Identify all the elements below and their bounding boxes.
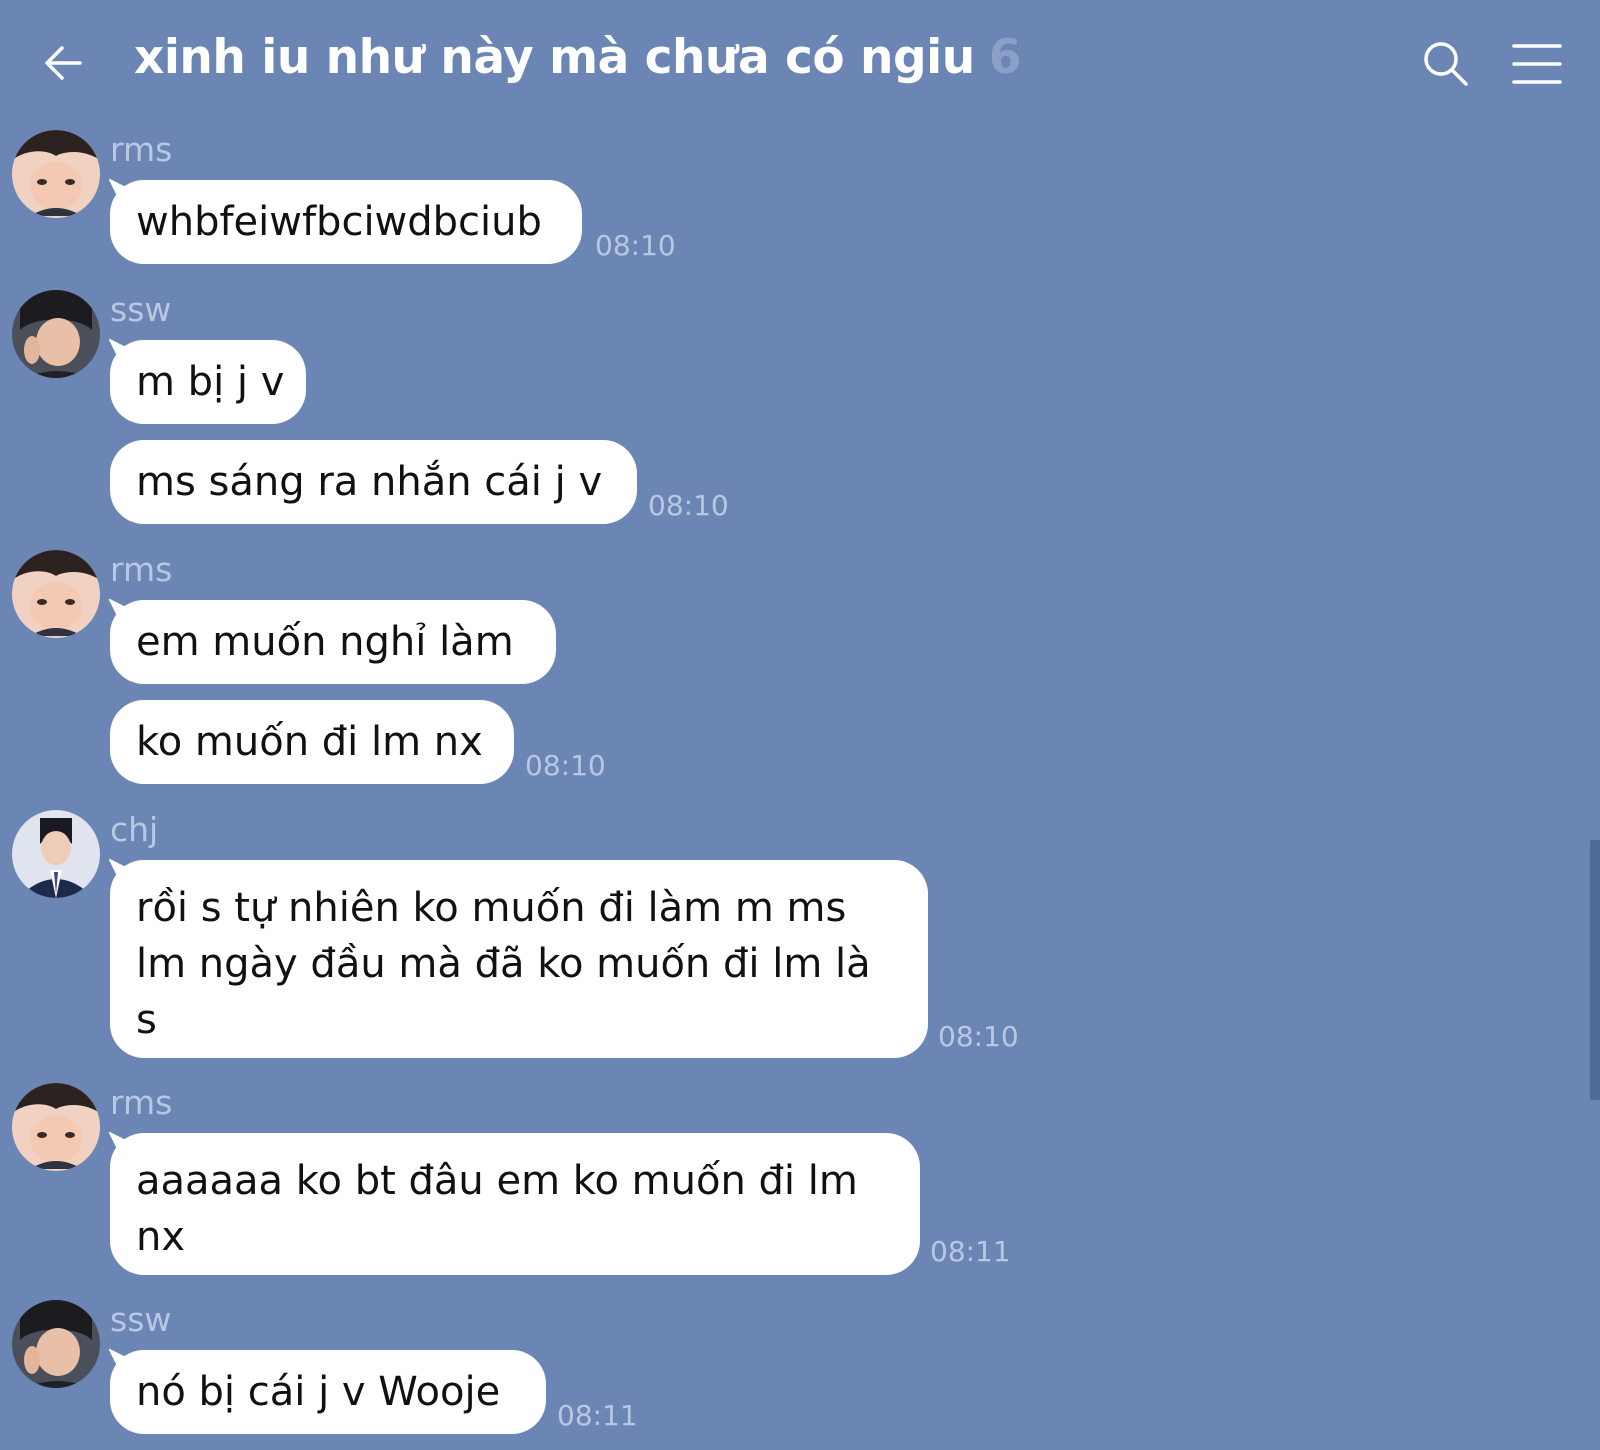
message-text: em muốn nghỉ làm: [136, 619, 514, 665]
avatar-chj[interactable]: [12, 810, 100, 898]
search-icon: [1424, 42, 1468, 86]
message-time: 08:10: [648, 489, 729, 522]
chat-title: xinh iu như này mà chưa có ngiu 6: [134, 30, 1021, 85]
message-text: whbfeiwfbciwdbciub: [136, 199, 542, 245]
message-bubble[interactable]: nó bị cái j v Wooje: [110, 1350, 546, 1434]
message-bubble[interactable]: ms sáng ra nhắn cái j v: [110, 440, 637, 524]
message-bubble[interactable]: whbfeiwfbciwdbciub: [110, 180, 582, 264]
message-line: s: [136, 997, 157, 1043]
member-count: 6: [988, 30, 1022, 85]
chat-header: xinh iu như này mà chưa có ngiu 6: [0, 0, 1600, 125]
sender-name: chj: [110, 810, 159, 849]
sender-name: rms: [110, 1083, 173, 1122]
message-text: m bị j v: [136, 359, 285, 405]
avatar-photo-ssw: [12, 1300, 100, 1388]
message-line: nx: [136, 1214, 186, 1260]
message-time: 08:11: [930, 1235, 1011, 1268]
message-time: 08:10: [595, 229, 676, 262]
message-text: nó bị cái j v Wooje: [136, 1369, 501, 1415]
sender-name: ssw: [110, 290, 172, 329]
arrow-left-icon: [45, 46, 82, 80]
hamburger-menu-icon: [1512, 44, 1562, 84]
sender-name: rms: [110, 130, 173, 169]
message-line: rồi s tự nhiên ko muốn đi làm m ms: [136, 885, 847, 931]
avatar-photo-ssw: [12, 290, 100, 378]
message-time: 08:11: [557, 1399, 638, 1432]
message-time: 08:10: [525, 749, 606, 782]
sender-name: ssw: [110, 1300, 172, 1339]
message-text: ms sáng ra nhắn cái j v: [136, 459, 603, 505]
avatar-rms[interactable]: [12, 130, 100, 218]
message-bubble[interactable]: rồi s tự nhiên ko muốn đi làm m ms lm ng…: [110, 860, 928, 1058]
back-button[interactable]: [40, 38, 90, 88]
message-bubble[interactable]: em muốn nghỉ làm: [110, 600, 556, 684]
message-list[interactable]: rms whbfeiwfbciwdbciub 08:10 ssw m bị j …: [0, 125, 1600, 1450]
scrollbar[interactable]: [1590, 840, 1600, 1100]
avatar-photo-rms: [12, 130, 100, 218]
menu-button[interactable]: [1510, 40, 1564, 88]
message-bubble[interactable]: m bị j v: [110, 340, 306, 424]
avatar-photo-rms: [12, 550, 100, 638]
message-time: 08:10: [938, 1020, 1019, 1053]
message-bubble[interactable]: ko muốn đi lm nx: [110, 700, 514, 784]
avatar-ssw[interactable]: [12, 1300, 100, 1388]
message-text: ko muốn đi lm nx: [136, 719, 483, 765]
message-line: lm ngày đầu mà đã ko muốn đi lm là: [136, 941, 871, 987]
message-bubble[interactable]: aaaaaa ko bt đâu em ko muốn đi lm nx: [110, 1133, 920, 1275]
message-line: aaaaaa ko bt đâu em ko muốn đi lm: [136, 1158, 858, 1204]
avatar-rms[interactable]: [12, 550, 100, 638]
avatar-photo-rms: [12, 1083, 100, 1171]
avatar-photo-chj: [12, 810, 100, 898]
avatar-ssw[interactable]: [12, 290, 100, 378]
chat-title-text: xinh iu như này mà chưa có ngiu: [134, 30, 975, 85]
search-button[interactable]: [1420, 38, 1472, 90]
avatar-rms[interactable]: [12, 1083, 100, 1171]
sender-name: rms: [110, 550, 173, 589]
